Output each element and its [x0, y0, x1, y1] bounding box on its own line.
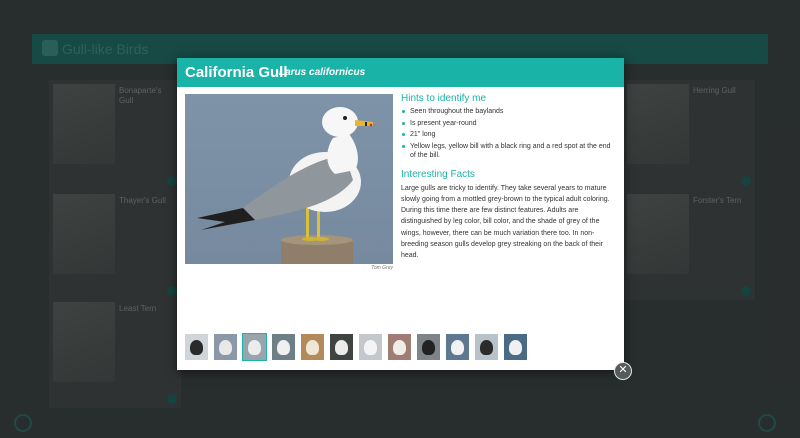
bird-detail-modal: California Gull Larus californicus Tom G…: [177, 58, 624, 370]
thumbnail-bird: [393, 340, 406, 355]
hint-item: Is present year-round: [401, 119, 617, 129]
gull-illustration: [197, 107, 373, 264]
bird-thumbnail-10[interactable]: [446, 334, 469, 360]
thumbnail-bird: [248, 340, 261, 355]
bird-thumbnail-12[interactable]: [504, 334, 527, 360]
bird-thumbnail-11[interactable]: [475, 334, 498, 360]
scientific-name: Larus californicus: [279, 67, 366, 78]
thumbnail-bird: [190, 340, 203, 355]
thumbnail-bird: [480, 340, 493, 355]
facts-text: Large gulls are tricky to identify. They…: [401, 184, 610, 260]
modal-header: California Gull Larus californicus: [177, 58, 624, 87]
bird-thumbnail-4[interactable]: [272, 334, 295, 360]
thumbnail-bird: [277, 340, 290, 355]
hints-list: Seen throughout the baylands Is present …: [401, 107, 617, 161]
photo-credit: Tom Grey: [371, 265, 393, 271]
thumbnail-bird: [335, 340, 348, 355]
bird-info-column: Hints to identify me Seen throughout the…: [401, 93, 617, 262]
thumbnail-bird: [364, 340, 377, 355]
hint-item: Seen throughout the baylands: [401, 107, 617, 117]
hints-heading: Hints to identify me: [401, 93, 487, 104]
thumbnail-bird: [451, 340, 464, 355]
hint-item: Yellow legs, yellow bill with a black ri…: [401, 142, 617, 161]
bird-thumbnail-2[interactable]: [214, 334, 237, 360]
bird-photo: [185, 94, 393, 264]
bird-thumbnail-9[interactable]: [417, 334, 440, 360]
modal-title: California Gull: [185, 64, 288, 81]
thumbnail-bird: [422, 340, 435, 355]
facts-heading: Interesting Facts: [401, 168, 475, 180]
thumbnail-bird: [509, 340, 522, 355]
bird-thumbnail-5[interactable]: [301, 334, 324, 360]
bird-thumbnail-1[interactable]: [185, 334, 208, 360]
thumbnail-strip: [185, 333, 527, 361]
thumbnail-bird: [219, 340, 232, 355]
bird-thumbnail-3[interactable]: [242, 333, 267, 361]
bird-thumbnail-6[interactable]: [330, 334, 353, 360]
thumbnail-bird: [306, 340, 319, 355]
bird-thumbnail-7[interactable]: [359, 334, 382, 360]
hint-item: 21" long: [401, 130, 617, 140]
bird-thumbnail-8[interactable]: [388, 334, 411, 360]
close-button[interactable]: ✕: [614, 362, 632, 380]
